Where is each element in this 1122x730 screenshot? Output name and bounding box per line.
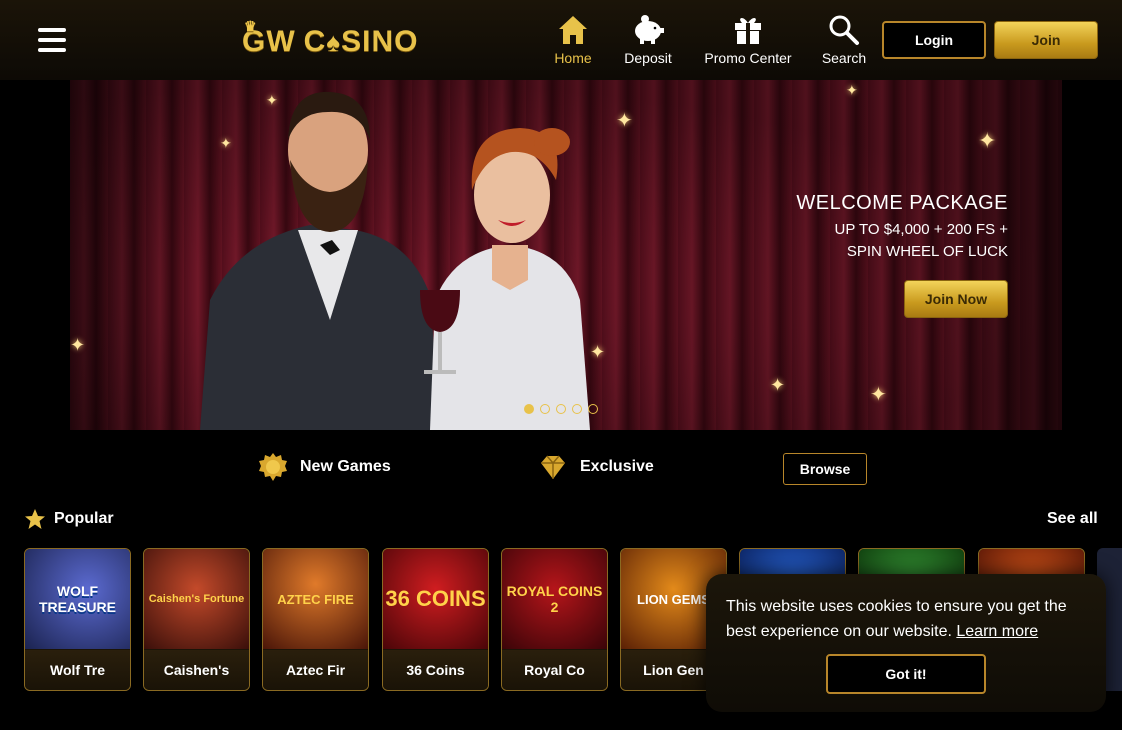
badge-icon (259, 453, 287, 481)
game-card[interactable]: 36 COINS 36 Coins (382, 548, 489, 691)
carousel-dot[interactable] (524, 404, 534, 414)
sparkle-icon: ✦ (978, 128, 997, 153)
hero-text: WELCOME PACKAGE UP TO $4,000 + 200 FS + … (796, 192, 1008, 263)
game-card[interactable]: ROYAL COINS 2 Royal Co (501, 548, 608, 691)
diamond-icon (541, 455, 565, 479)
game-card[interactable]: AZTEC FIRE Aztec Fir (262, 548, 369, 691)
nav-promo-center[interactable]: Promo Center (703, 14, 793, 66)
game-title: Caishen's (144, 650, 249, 690)
game-thumbnail: 36 COINS (383, 549, 488, 649)
carousel-dot[interactable] (572, 404, 582, 414)
login-button[interactable]: Login (882, 21, 986, 59)
join-button[interactable]: Join (994, 21, 1098, 59)
game-title: Royal Co (502, 650, 607, 690)
game-thumbnail: Caishen's Fortune (144, 549, 249, 649)
hero-offer-line1: UP TO $4,000 + 200 FS + (834, 221, 1008, 238)
star-icon (25, 509, 45, 529)
gift-icon (735, 18, 761, 44)
home-icon (559, 16, 587, 44)
popular-heading: Popular (24, 508, 114, 530)
game-thumbnail: AZTEC FIRE (263, 549, 368, 649)
category-exclusive[interactable]: Exclusive (538, 452, 654, 482)
search-icon (829, 15, 859, 45)
top-header: ♛ GW C ♠ SINO Home Deposit Promo Center (0, 0, 1122, 80)
carousel-dots (524, 404, 598, 414)
crown-icon: ♛ (244, 18, 258, 34)
category-new-games[interactable]: New Games (258, 452, 391, 482)
spade-icon: ♠ (326, 26, 342, 57)
cookie-message: This website uses cookies to ensure you … (726, 598, 1067, 640)
nav-search[interactable]: Search (821, 14, 867, 66)
casino-logo[interactable]: ♛ GW C ♠ SINO (242, 18, 419, 62)
sparkle-icon: ✦ (70, 335, 86, 355)
see-all-link[interactable]: See all (1047, 510, 1098, 528)
game-card[interactable]: WOLF TREASURE Wolf Tre (24, 548, 131, 691)
learn-more-link[interactable]: Learn more (956, 623, 1038, 640)
sparkle-icon: ✦ (846, 82, 858, 98)
browse-button[interactable]: Browse (783, 453, 867, 485)
hero-offer-line2: SPIN WHEEL OF LUCK (846, 243, 1008, 260)
game-title: Wolf Tre (25, 650, 130, 690)
join-now-button[interactable]: Join Now (904, 280, 1008, 318)
carousel-dot[interactable] (540, 404, 550, 414)
nav-deposit[interactable]: Deposit (622, 14, 674, 66)
game-thumbnail: WOLF TREASURE (25, 549, 130, 649)
game-title: Aztec Fir (263, 650, 368, 690)
game-card[interactable]: Caishen's Fortune Caishen's (143, 548, 250, 691)
piggy-bank-icon (635, 15, 664, 44)
new-games-label: New Games (300, 458, 391, 475)
carousel-dot[interactable] (588, 404, 598, 414)
got-it-button[interactable]: Got it! (826, 654, 986, 694)
cookie-banner: This website uses cookies to ensure you … (706, 574, 1106, 712)
menu-icon[interactable] (38, 28, 66, 52)
hero-title: WELCOME PACKAGE (796, 192, 1008, 214)
nav-home[interactable]: Home (548, 14, 598, 66)
game-title: 36 Coins (383, 650, 488, 690)
carousel-dot[interactable] (556, 404, 566, 414)
exclusive-label: Exclusive (580, 458, 654, 475)
sparkle-icon: ✦ (870, 384, 887, 406)
sparkle-icon: ✦ (770, 375, 786, 395)
hero-banner[interactable]: ✦ ✦ ✦ ✦ ✦ ✦ ✦ ✦ ✦ WELCOME PACKAGE UP TO … (70, 80, 1062, 430)
game-thumbnail: ROYAL COINS 2 (502, 549, 607, 649)
couple-image (200, 91, 590, 430)
